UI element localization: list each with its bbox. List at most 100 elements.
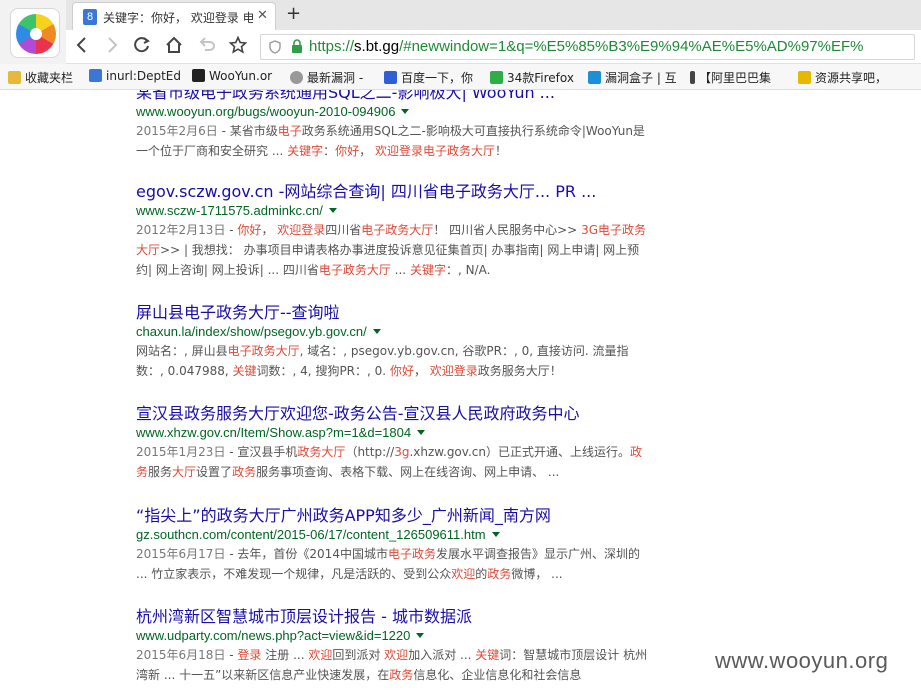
reload-icon[interactable]: [132, 36, 152, 59]
tab-active[interactable]: 8 关键字：你好， 欢迎登录 电 ✕: [72, 2, 276, 30]
highlighted-keyword: 电子政务大厅: [318, 263, 391, 277]
result-date: 2015年6月17日: [136, 547, 226, 561]
shield-icon[interactable]: [269, 40, 281, 57]
highlighted-keyword: 关键字: [409, 263, 446, 277]
search-result: 宣汉县政务服务大厅欢迎您-政务公告-宣汉县人民政府政务中心 www.xhzw.g…: [136, 404, 656, 482]
search-result: 杭州湾新区智慧城市顶层设计报告 - 城市数据派 www.udparty.com/…: [136, 607, 656, 685]
tab-title: 关键字：你好， 欢迎登录 电: [103, 11, 253, 25]
result-title-link[interactable]: 某省市级电子政务系统通用SQL之二-影响极大| WooYun ...: [136, 90, 656, 103]
snippet-text: 服务: [148, 465, 173, 479]
bookmark-latest-vuln[interactable]: 最新漏洞 -: [290, 69, 363, 86]
chevron-down-icon[interactable]: [417, 430, 426, 435]
result-title-link[interactable]: egov.sczw.gov.cn -网站综合查询| 四川省电子政务大厅... P…: [136, 182, 656, 202]
result-title-link[interactable]: 宣汉县政务服务大厅欢迎您-政务公告-宣汉县人民政府政务中心: [136, 404, 656, 424]
chevron-down-icon[interactable]: [491, 532, 500, 537]
highlighted-keyword: 欢迎登录: [277, 223, 326, 237]
arrow-right-icon[interactable]: [102, 36, 122, 59]
snippet-text: -: [225, 648, 238, 662]
bookmark-wooyun[interactable]: WooYun.or: [192, 69, 272, 83]
google-icon: [89, 69, 102, 82]
bookmark-label: 34款Firefox: [507, 71, 574, 85]
arrow-left-icon[interactable]: [72, 36, 92, 59]
snippet-text: ！ 四川省人民服务中心>>: [433, 223, 582, 237]
bookmark-label: inurl:DeptEd: [106, 69, 181, 83]
highlighted-keyword: 关键: [232, 364, 257, 378]
result-title-link[interactable]: 杭州湾新区智慧城市顶层设计报告 - 城市数据派: [136, 607, 656, 627]
highlighted-keyword: 政务大厅: [297, 445, 346, 459]
snippet-text: ，: [413, 364, 430, 378]
result-url[interactable]: gz.southcn.com/content/2015-06/17/conten…: [136, 526, 656, 544]
result-snippet: 网站名：, 屏山县电子政务大厅, 域名：, psegov.yb.gov.cn, …: [136, 341, 648, 381]
result-url[interactable]: www.wooyun.org/bugs/wooyun-2010-094906: [136, 103, 656, 121]
result-snippet: 2015年2月6日 - 某省市级电子政务系统通用SQL之二-影响极大可直接执行系…: [136, 121, 648, 161]
snippet-text: 设置了: [196, 465, 233, 479]
bookmark-folder-favorites[interactable]: 收藏夹栏: [8, 69, 73, 86]
bookmark-inurl[interactable]: inurl:DeptEd: [89, 69, 181, 83]
chevron-down-icon[interactable]: [372, 329, 381, 334]
chevron-down-icon[interactable]: [416, 633, 425, 638]
new-tab-button[interactable]: +: [286, 3, 301, 24]
snippet-text: 信息化、企业信息化和社会信息: [413, 668, 582, 682]
highlighted-keyword: 你好: [335, 144, 360, 158]
baidu-paw-icon: [384, 71, 397, 84]
lock-icon[interactable]: [291, 39, 303, 54]
highlighted-keyword: 欢迎: [308, 648, 333, 662]
bookmark-baidu[interactable]: 百度一下，你: [384, 69, 473, 86]
result-url-text: gz.southcn.com/content/2015-06/17/conten…: [136, 527, 486, 542]
address-bar[interactable]: https://s.bt.gg/#newwindow=1&q=%E5%85%B3…: [260, 34, 915, 60]
result-url-text: www.wooyun.org/bugs/wooyun-2010-094906: [136, 104, 396, 119]
highlighted-keyword: 政务: [389, 668, 414, 682]
result-url[interactable]: chaxun.la/index/show/psegov.yb.gov.cn/: [136, 323, 656, 341]
result-url[interactable]: www.udparty.com/news.php?act=view&id=122…: [136, 627, 656, 645]
tab-strip: 8 关键字：你好， 欢迎登录 电 ✕ +: [66, 0, 921, 30]
chevron-down-icon[interactable]: [328, 208, 337, 213]
highlighted-keyword: 3g: [394, 445, 410, 459]
star-icon[interactable]: [228, 35, 248, 59]
tab-close-icon[interactable]: ✕: [257, 8, 268, 23]
bookmark-label: 最新漏洞 -: [307, 71, 364, 85]
chevron-down-icon[interactable]: [401, 109, 410, 114]
snippet-text: 微博， ...: [511, 567, 563, 581]
result-url[interactable]: www.sczw-1711575.adminkc.cn/: [136, 202, 656, 220]
bookmark-vulbox[interactable]: 漏洞盒子 | 互: [588, 69, 677, 86]
highlighted-keyword: 电子政务大厅: [227, 344, 300, 358]
browser-logo-icon[interactable]: [10, 8, 60, 58]
snippet-text: ，: [261, 223, 278, 237]
highlighted-keyword: 关键: [475, 648, 500, 662]
highlighted-keyword: 你好: [389, 364, 414, 378]
highlighted-keyword: 你好: [237, 223, 262, 237]
bookmark-firefox[interactable]: 34款Firefox: [490, 69, 574, 86]
undo-icon[interactable]: [196, 36, 216, 59]
bookmark-label: WooYun.or: [209, 69, 273, 83]
snippet-text: 四川省: [325, 223, 362, 237]
snippet-text: 词数：, 4, 搜狗PR：, 0.: [256, 364, 390, 378]
tab-favicon-icon: 8: [83, 9, 97, 25]
snippet-text: ，: [359, 144, 375, 158]
highlighted-keyword: 大厅: [172, 465, 197, 479]
url-path: /#newwindow=1&q=%E5%85%B3%E9%94%AE%E5%AD…: [399, 38, 864, 55]
highlighted-keyword: 电子: [277, 124, 302, 138]
snippet-text: ...: [390, 263, 410, 277]
search-results: 某省市级电子政务系统通用SQL之二-影响极大| WooYun ... www.w…: [0, 90, 921, 690]
bracket-icon: [690, 71, 695, 84]
snippet-text: .xhzw.gov.cn）已正式开通、上线运行。: [409, 445, 630, 459]
home-icon[interactable]: [164, 36, 184, 59]
bookmark-resource-share[interactable]: 资源共享吧，: [798, 69, 887, 86]
search-result: 屏山县电子政务大厅--查询啦 chaxun.la/index/show/pseg…: [136, 303, 656, 381]
highlighted-keyword: 欢迎: [384, 648, 409, 662]
bookmark-label: 资源共享吧，: [815, 71, 888, 85]
result-url[interactable]: www.xhzw.gov.cn/Item/Show.asp?m=1&d=1804: [136, 424, 656, 442]
snippet-text: 的: [475, 567, 488, 581]
highlighted-keyword: 欢迎登录: [429, 364, 478, 378]
result-title-link[interactable]: 屏山县电子政务大厅--查询啦: [136, 303, 656, 323]
result-date: 2015年6月18日: [136, 648, 226, 662]
trophy-icon: [798, 71, 811, 84]
result-title-link[interactable]: “指尖上”的政务大厅广州政务APP知多少_广州新闻_南方网: [136, 506, 656, 526]
highlighted-keyword: 电子政务: [387, 547, 436, 561]
url-text[interactable]: https://s.bt.gg/#newwindow=1&q=%E5%85%B3…: [309, 38, 864, 55]
bookmark-alibaba[interactable]: 【阿里巴巴集: [690, 69, 771, 86]
snippet-text: ！: [494, 144, 507, 158]
firefox-f-icon: [490, 71, 503, 84]
search-result: egov.sczw.gov.cn -网站综合查询| 四川省电子政务大厅... P…: [136, 182, 656, 280]
snippet-text: - 某省市级: [217, 124, 278, 138]
